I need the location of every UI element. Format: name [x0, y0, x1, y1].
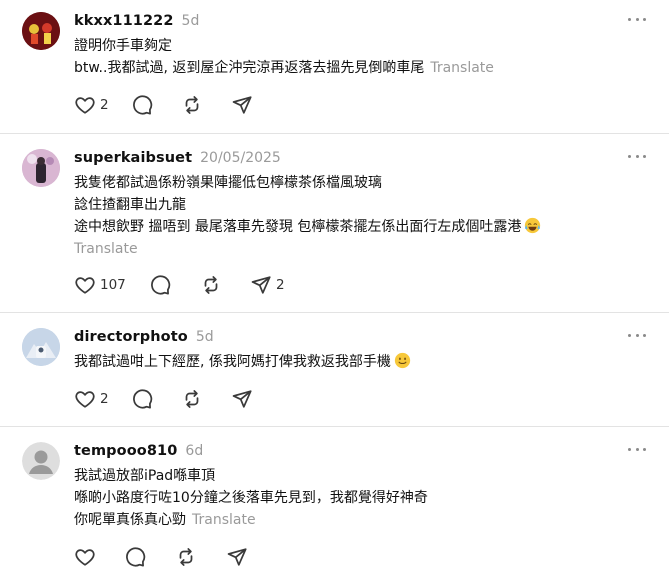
post-text: 你呢單真係真心勁 — [74, 512, 186, 528]
share-count: 2 — [276, 277, 285, 293]
repost-button[interactable] — [175, 545, 226, 569]
post-header: tempooo810 6d — [74, 440, 203, 460]
divider — [0, 426, 669, 427]
comment-button[interactable] — [131, 93, 181, 117]
translate-link[interactable]: Translate — [430, 60, 494, 76]
smiling-face-emoji — [394, 352, 411, 369]
avatar[interactable] — [22, 12, 60, 50]
translate-link[interactable]: Translate — [192, 512, 256, 528]
like-button[interactable]: 2 — [74, 93, 131, 117]
post-time: 6d — [185, 443, 204, 459]
post-text-line: 證明你手車夠定 — [74, 38, 172, 54]
more-dots-icon[interactable] — [628, 151, 646, 161]
comment-button[interactable] — [149, 273, 200, 297]
repost-button[interactable] — [181, 93, 231, 117]
heart-icon — [75, 277, 95, 294]
tears-of-joy-emoji — [525, 217, 541, 234]
send-icon — [251, 276, 271, 294]
like-button[interactable] — [74, 545, 124, 569]
heart-icon — [75, 549, 95, 566]
comment-button[interactable] — [124, 545, 175, 569]
comment-button[interactable] — [131, 387, 181, 411]
post-text: 途中想飲野 搵唔到 最尾落車先發現 包檸檬茶擺左係出面行左成個吐露港 — [74, 219, 522, 235]
repost-icon — [185, 96, 199, 114]
post-header: superkaibsuet 20/05/2025 — [74, 147, 281, 167]
heart-icon — [75, 97, 95, 114]
post-text-line: 途中想飲野 搵唔到 最尾落車先發現 包檸檬茶擺左係出面行左成個吐露港 — [74, 217, 541, 237]
like-count: 107 — [100, 277, 126, 293]
post-header: kkxx111222 5d — [74, 10, 199, 30]
divider — [0, 133, 669, 134]
share-button[interactable]: 2 — [250, 273, 300, 297]
repost-button[interactable] — [200, 273, 250, 297]
action-bar — [74, 545, 266, 569]
post-text-line: 我試過放部iPad喺車頂 — [74, 468, 216, 484]
share-button[interactable] — [231, 387, 271, 411]
post-text-line: 你呢單真係真心勁 Translate — [74, 510, 256, 530]
avatar[interactable] — [22, 328, 60, 366]
post-text-line: 喺啲小路度行咗10分鐘之後落車先見到，我都覺得好神奇 — [74, 490, 428, 506]
username[interactable]: directorphoto — [74, 329, 188, 345]
avatar[interactable] — [22, 149, 60, 187]
post-header: directorphoto 5d — [74, 326, 214, 346]
send-icon — [232, 96, 252, 114]
comment-bubble-icon — [126, 547, 146, 567]
repost-icon — [185, 390, 199, 408]
send-icon — [232, 390, 252, 408]
post-text: btw..我都試過, 返到屋企沖完涼再返落去搵先見倒啲車尾 — [74, 60, 425, 76]
comment-bubble-icon — [133, 95, 153, 115]
repost-icon — [204, 276, 218, 294]
like-button[interactable]: 2 — [74, 387, 131, 411]
more-dots-icon[interactable] — [628, 330, 646, 340]
post-text-line: 諗住揸翻車出九龍 — [74, 197, 186, 213]
divider — [0, 312, 669, 313]
share-button[interactable] — [226, 545, 266, 569]
action-bar: 2 — [74, 93, 271, 117]
post-time: 20/05/2025 — [200, 150, 281, 166]
comment-bubble-icon — [151, 275, 171, 295]
avatar[interactable] — [22, 442, 60, 480]
post-text-line: btw..我都試過, 返到屋企沖完涼再返落去搵先見倒啲車尾 Translate — [74, 58, 494, 78]
like-count: 2 — [100, 391, 109, 407]
send-icon — [227, 548, 247, 566]
heart-icon — [75, 391, 95, 408]
repost-button[interactable] — [181, 387, 231, 411]
post-text-line: 我隻佬都試過係粉嶺果陣擺低包檸檬茶係檔風玻璃 — [74, 175, 382, 191]
post-text: 我都試過咁上下經歷, 係我阿媽打俾我救返我部手機 — [74, 354, 391, 370]
post-time: 5d — [181, 13, 200, 29]
username[interactable]: superkaibsuet — [74, 150, 192, 166]
username[interactable]: tempooo810 — [74, 443, 177, 459]
action-bar: 2 — [74, 387, 271, 411]
repost-icon — [179, 548, 193, 566]
more-dots-icon[interactable] — [628, 444, 646, 454]
like-count: 2 — [100, 97, 109, 113]
share-button[interactable] — [231, 93, 271, 117]
post-text-line: 我都試過咁上下經歷, 係我阿媽打俾我救返我部手機 — [74, 352, 411, 372]
post-time: 5d — [195, 329, 214, 345]
more-dots-icon[interactable] — [628, 14, 646, 24]
action-bar: 107 2 — [74, 273, 300, 297]
like-button[interactable]: 107 — [74, 273, 149, 297]
comment-bubble-icon — [133, 389, 153, 409]
translate-link[interactable]: Translate — [74, 239, 138, 259]
username[interactable]: kkxx111222 — [74, 13, 174, 29]
